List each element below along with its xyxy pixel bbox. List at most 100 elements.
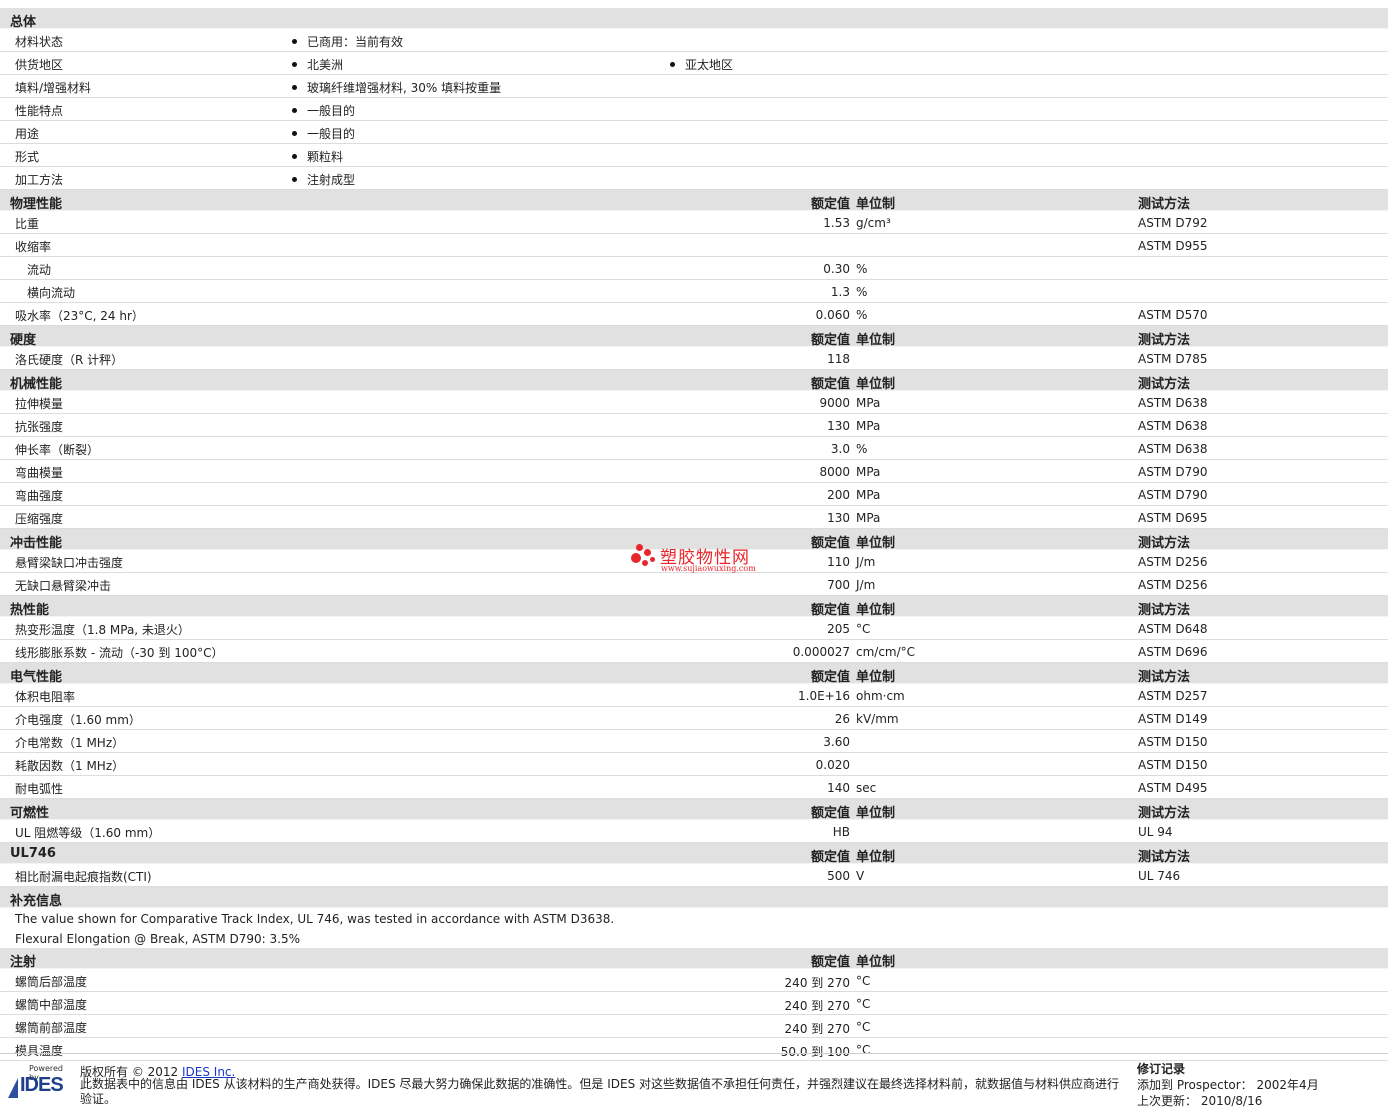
section-title: 机械性能: [10, 377, 63, 392]
property-unit: °C: [856, 997, 871, 1011]
row-label: 填料/增强材料: [15, 81, 92, 95]
property-value: 0.30: [823, 262, 850, 276]
property-unit: J/m: [856, 555, 876, 569]
general-row-form: 形式 颗粒料: [0, 144, 1388, 167]
property-row: 相比耐漏电起痕指数(CTI) 500 V UL 746: [0, 864, 1388, 887]
general-row-filler: 填料/增强材料 玻璃纤维增强材料, 30% 填料按重量: [0, 75, 1388, 98]
property-test: ASTM D792: [1138, 216, 1208, 230]
bullet-icon: [670, 62, 675, 67]
col-header-unit: 单位制: [856, 333, 896, 348]
col-header-value: 额定值: [810, 955, 850, 970]
property-label: 流动: [27, 263, 52, 277]
property-test: ASTM D256: [1138, 555, 1208, 569]
property-row: 抗张强度 130 MPa ASTM D638: [0, 414, 1388, 437]
property-test: ASTM D790: [1138, 488, 1208, 502]
property-unit: MPa: [856, 396, 881, 410]
property-test: ASTM D150: [1138, 735, 1208, 749]
property-row: 介电常数（1 MHz） 3.60 ASTM D150: [0, 730, 1388, 753]
property-test: ASTM D150: [1138, 758, 1208, 772]
section-title: 总体: [10, 15, 37, 30]
property-test: ASTM D256: [1138, 578, 1208, 592]
property-value: 700: [827, 578, 850, 592]
property-row: 螺筒中部温度 240 到 270 °C: [0, 992, 1388, 1015]
watermark-dot: [636, 544, 643, 551]
disclaimer-text: 此数据表中的信息由 IDES 从该材料的生产商处获得。IDES 尽最大努力确保此…: [80, 1077, 1120, 1106]
section-header-hardness: 硬度 额定值 单位制 测试方法: [0, 326, 1388, 348]
property-value: 1.3: [830, 285, 850, 299]
property-row: 介电强度（1.60 mm） 26 kV/mm ASTM D149: [0, 707, 1388, 730]
property-row: 耗散因数（1 MHz） 0.020 ASTM D150: [0, 753, 1388, 776]
property-label: 伸长率（断裂）: [15, 443, 100, 457]
property-test: ASTM D149: [1138, 712, 1208, 726]
property-row: 热变形温度（1.8 MPa, 未退火） 205 °C ASTM D648: [0, 617, 1388, 640]
property-unit: J/m: [856, 578, 876, 592]
section-header-physical: 物理性能 额定值 单位制 测试方法: [0, 190, 1388, 212]
property-test: ASTM D695: [1138, 511, 1208, 525]
section-header-flammability: 可燃性 额定值 单位制 测试方法: [0, 799, 1388, 821]
property-value: 200: [827, 488, 850, 502]
property-label: 比重: [15, 217, 40, 231]
property-row: 弯曲模量 8000 MPa ASTM D790: [0, 460, 1388, 483]
section-title: 电气性能: [10, 670, 63, 685]
property-row: 螺筒后部温度 240 到 270 °C: [0, 969, 1388, 992]
section-header-electrical: 电气性能 额定值 单位制 测试方法: [0, 663, 1388, 685]
section-header-thermal: 热性能 额定值 单位制 测试方法: [0, 596, 1388, 618]
bullet-icon: [292, 154, 297, 159]
section-header-supplemental: 补充信息: [0, 887, 1388, 909]
property-row: 拉伸模量 9000 MPa ASTM D638: [0, 391, 1388, 414]
property-row: 耐电弧性 140 sec ASTM D495: [0, 776, 1388, 799]
property-test: ASTM D638: [1138, 419, 1208, 433]
property-value: 9000: [819, 396, 850, 410]
property-test: ASTM D495: [1138, 781, 1208, 795]
bullet-icon: [292, 108, 297, 113]
property-unit: %: [856, 262, 868, 276]
property-label: 螺筒后部温度: [15, 975, 88, 989]
bullet-item: 亚太地区: [670, 56, 733, 73]
property-value: 140: [827, 781, 850, 795]
general-row-processing: 加工方法 注射成型: [0, 167, 1388, 190]
section-title: 热性能: [10, 603, 50, 618]
bullet-item: 玻璃纤维增强材料, 30% 填料按重量: [292, 79, 501, 96]
col-header-value: 额定值: [810, 377, 850, 392]
property-label: 耐电弧性: [15, 782, 64, 796]
section-header-general: 总体: [0, 8, 1388, 30]
bullet-icon: [292, 131, 297, 136]
property-test: ASTM D955: [1138, 239, 1208, 253]
col-header-test: 测试方法: [1138, 670, 1191, 685]
section-header-ul746: UL746 额定值 单位制 测试方法: [0, 843, 1388, 865]
property-label: 介电强度（1.60 mm）: [15, 713, 141, 727]
property-unit: °C: [856, 1020, 871, 1034]
watermark-dot: [644, 549, 651, 556]
bullet-item: 注射成型: [292, 171, 355, 188]
note-text: Flexural Elongation @ Break, ASTM D790: …: [15, 932, 301, 946]
property-unit: ohm·cm: [856, 689, 905, 703]
section-title: 可燃性: [10, 806, 50, 821]
section-header-mechanical: 机械性能 额定值 单位制 测试方法: [0, 370, 1388, 392]
row-label: 形式: [15, 150, 40, 164]
bullet-item: 已商用：当前有效: [292, 33, 403, 50]
revision-history: 修订记录 添加到 Prospector： 2002年4月 上次更新： 2010/…: [1137, 1061, 1319, 1109]
col-header-unit: 单位制: [856, 536, 896, 551]
property-value: 1.0E+16: [798, 689, 850, 703]
bullet-icon: [292, 177, 297, 182]
section-title: 硬度: [10, 333, 37, 348]
property-row: 压缩强度 130 MPa ASTM D695: [0, 506, 1388, 529]
col-header-test: 测试方法: [1138, 377, 1191, 392]
col-header-test: 测试方法: [1138, 850, 1191, 865]
watermark-dot: [631, 553, 641, 563]
supplemental-note: The value shown for Comparative Track In…: [0, 908, 1388, 928]
property-label: UL 阻燃等级（1.60 mm）: [15, 826, 161, 840]
general-row-uses: 用途 一般目的: [0, 121, 1388, 144]
col-header-test: 测试方法: [1138, 806, 1191, 821]
watermark-url: www.sujiaowuxing.com: [661, 564, 756, 573]
property-label: 吸水率（23°C, 24 hr）: [15, 309, 144, 323]
col-header-test: 测试方法: [1138, 603, 1191, 618]
property-value: 3.0: [830, 442, 850, 456]
col-header-unit: 单位制: [856, 377, 896, 392]
revision-title: 修订记录: [1137, 1062, 1186, 1076]
property-label: 弯曲强度: [15, 489, 64, 503]
property-test: ASTM D648: [1138, 622, 1208, 636]
property-row: 流动 0.30 %: [0, 257, 1388, 280]
property-value: 3.60: [823, 735, 850, 749]
bullet-icon: [292, 62, 297, 67]
